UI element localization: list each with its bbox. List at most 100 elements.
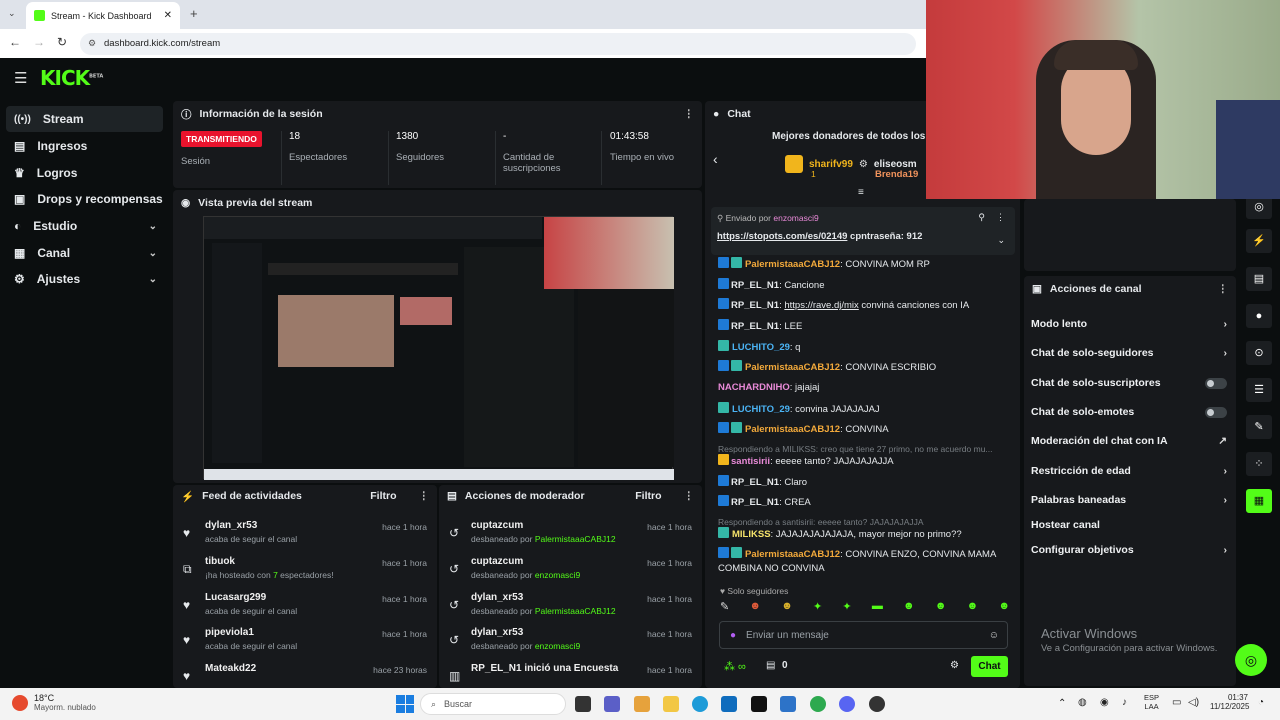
app-icon[interactable] [780,696,796,712]
filter-button[interactable]: Filtro [370,490,396,502]
microphone-icon[interactable]: ♪ [1122,697,1127,708]
windows-start-icon[interactable] [396,695,414,713]
chevron-left-icon[interactable]: ‹ [713,151,718,167]
chat-input[interactable]: ● Enviar un mensaje ☺ [719,621,1008,649]
reload-icon[interactable]: ↻ [57,35,67,49]
emote-bar[interactable]: ✎ ☻ ☻ ✦ ✦ ▬ ☻ ☻ ☻ ☻ [720,600,1010,616]
url-field[interactable]: dashboard.kick.com/stream [80,33,916,55]
teams-icon[interactable] [604,696,620,712]
copilot-icon[interactable] [634,696,650,712]
broadcast-icon[interactable]: ⊙ [1246,341,1272,365]
action-subscribers-only[interactable]: Chat de solo-suscriptores [1031,377,1227,389]
subscribers-only-toggle[interactable] [1205,377,1227,389]
chat-message: PalermistaaaCABJ12: CONVINA ESCRIBIO [718,360,1012,375]
chat-message: santisirii: eeeee tanto? JAJAJAJAJJA [718,454,1012,469]
kick-favicon-icon [34,10,45,21]
points-icon[interactable]: ⁂ ∞ [724,660,746,673]
file-explorer-icon[interactable] [663,696,679,712]
more-options-icon[interactable]: ⋮ [684,108,695,120]
lightning-icon[interactable]: ⚡ [1246,229,1272,253]
chat-settings-icon[interactable]: ⚙ [950,660,959,671]
pinned-link[interactable]: https://stopots.com/es/02149 [717,231,847,242]
document-icon[interactable]: ▤ [1246,267,1272,291]
tray-app-icon[interactable]: ◍ [1078,697,1087,708]
sidebar-item-stream[interactable]: ((•)) Stream [6,106,163,132]
points-count: 0 [782,660,788,671]
sidebar-item-estudio[interactable]: ◐ Estudio ⌄ [6,213,163,239]
lightning-icon: ⚡ [181,490,195,503]
action-followers-only[interactable]: Chat de solo-seguidores › [1031,347,1227,359]
action-ai-moderation[interactable]: Moderación del chat con IA ↗ [1031,435,1227,447]
tiktok-icon[interactable] [751,696,767,712]
sidebar-item-ingresos[interactable]: ▤ Ingresos [6,133,163,159]
more-options-icon[interactable]: ⋮ [996,212,1005,223]
emoji-icon[interactable]: ☺ [989,630,999,641]
gift-icon[interactable]: ▤ [766,660,775,671]
store-icon[interactable] [721,696,737,712]
tray-app-icon[interactable]: ◉ [1100,697,1109,708]
chevron-down-icon[interactable]: ⌄ [997,235,1005,246]
browser-tab[interactable]: Stream - Kick Dashboard ✕ [26,2,180,29]
edge-icon[interactable] [692,696,708,712]
action-slow-mode[interactable]: Modo lento › [1031,318,1227,330]
expand-icon[interactable]: ≡ [858,187,864,198]
send-chat-button[interactable]: Chat [971,656,1008,677]
new-tab-button[interactable]: + [190,6,198,21]
side-widget-panel [1024,199,1236,271]
forward-icon[interactable]: → [33,35,45,49]
action-goals[interactable]: Configurar objetivos › [1031,544,1227,556]
action-banned-words[interactable]: Palabras baneadas › [1031,494,1227,506]
tray-chevron-icon[interactable]: ⌃ [1058,698,1066,709]
pin-icon[interactable]: ⚲ [978,212,985,223]
weather-widget[interactable]: 18°C Mayorm. nublado [12,693,96,712]
sidebar-item-logros[interactable]: ♛ Logros [6,160,163,186]
sidebar-item-canal[interactable]: ▦ Canal ⌄ [6,240,163,266]
mod-actions-panel: ▤ Acciones de moderador Filtro ⋮ ↺ cuptazcum… [439,485,702,688]
more-options-icon[interactable]: ⋮ [1218,283,1229,295]
action-emotes-only[interactable]: Chat de solo-emotes [1031,406,1227,418]
mod-item: ↺ cuptazcum desbaneado por enzomasci9 hace … [449,556,692,580]
sidebar-item-drops[interactable]: ▣ Drops y recompensas [6,186,163,212]
sidebar-item-ajustes[interactable]: ⚙ Ajustes ⌄ [6,266,163,292]
clock[interactable]: 01:37 11/12/2025 [1210,693,1249,711]
chrome-icon[interactable] [810,696,826,712]
search-icon: ⌕ [431,698,437,709]
stat-viewers: 18 Espectadores [281,131,386,185]
chat-icon: ● [713,108,720,120]
info-icon: ⓘ [181,108,192,121]
action-age-restriction[interactable]: Restricción de edad › [1031,465,1227,477]
more-options-icon[interactable]: ⋮ [419,490,430,502]
mic-icon[interactable]: ● [730,630,736,641]
kick-logo[interactable]: KICKBETA [40,66,103,90]
help-button[interactable]: ◎ [1235,644,1267,676]
close-tab-icon[interactable]: ✕ [164,10,172,21]
filter-button[interactable]: Filtro [635,490,661,502]
wrench-icon[interactable]: ✎ [1246,415,1272,439]
pinned-message[interactable]: ⚲ Enviado por enzomasci9 https://stopots… [711,207,1015,255]
list-icon[interactable]: ☰ [1246,378,1272,402]
back-icon[interactable]: ← [9,35,21,49]
menu-icon[interactable]: ☰ [14,69,27,87]
app-icon[interactable]: ▦ [1246,489,1272,513]
discord-icon[interactable] [839,696,855,712]
tab-list-icon[interactable]: ⌄ [8,8,16,19]
chat-bubble-icon[interactable]: ● [1246,304,1272,328]
action-host-channel[interactable]: Hostear canal [1031,519,1227,531]
channel-actions-panel: ▣ Acciones de canal ⋮ [1024,276,1236,686]
stream-preview-video[interactable] [203,216,674,480]
emotes-only-toggle[interactable] [1205,406,1227,418]
site-info-icon[interactable]: ⚙ [88,38,96,49]
notifications-icon[interactable]: ◔ [1258,697,1264,708]
grid-icon: ▦ [14,246,26,260]
volume-icon[interactable]: ◁) [1188,697,1199,708]
chat-message: NACHARDNIHO: jajajaj [718,382,820,393]
network-icon[interactable]: ▭ [1172,697,1181,708]
obs-icon[interactable] [869,696,885,712]
taskbar-search[interactable]: ⌕ Buscar [420,693,566,715]
list-icon: ▤ [447,490,457,502]
eye-icon: ◉ [181,197,191,209]
task-view-icon[interactable] [575,696,591,712]
more-options-icon[interactable]: ⋮ [684,490,695,502]
language-indicator[interactable]: ESP LAA [1144,693,1159,711]
dots-icon[interactable]: ⁘ [1246,452,1272,476]
